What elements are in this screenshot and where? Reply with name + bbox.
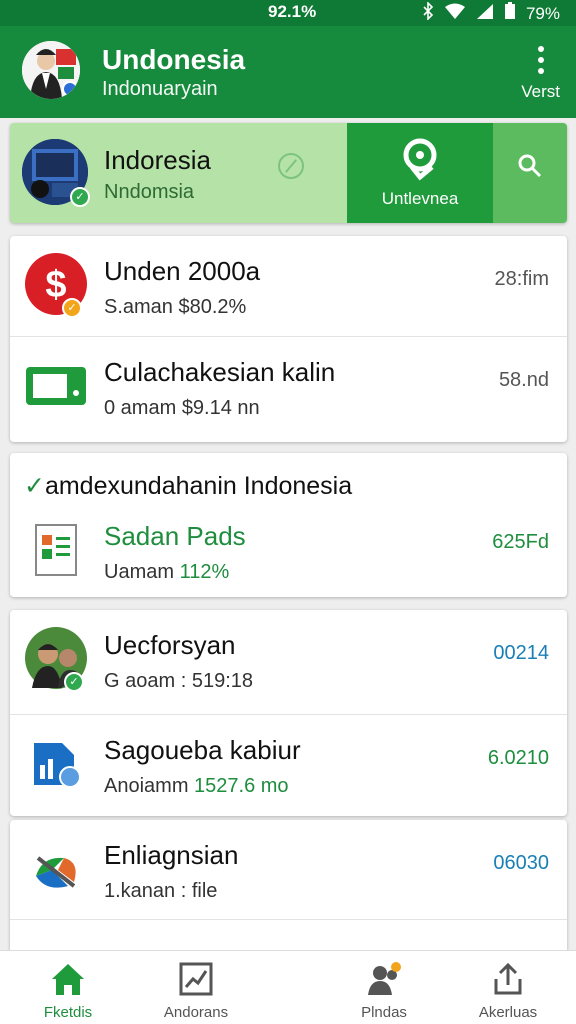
- item-subtitle-label: 1.kanan :: [104, 880, 187, 902]
- app-title: Undonesia: [102, 44, 246, 75]
- nav-label: Fketdis: [43, 1004, 93, 1021]
- document-icon: [24, 519, 88, 583]
- analytics-icon: [24, 731, 88, 795]
- list-item[interactable]: Sadan Pads Uamam 112% 625Fd: [10, 507, 567, 597]
- home-icon: [50, 961, 86, 997]
- svg-text:$: $: [45, 264, 66, 306]
- item-subtitle: Anoiamm 1527.6 mo: [104, 775, 289, 798]
- bluetooth-icon: [422, 1, 434, 25]
- transaction-card-2: ✓ Uecforsyan G aoam : 519:18 00214 Sagou…: [10, 610, 567, 816]
- item-subtitle-value: 519:18: [191, 670, 253, 692]
- search-icon: [518, 154, 542, 178]
- item-value: 28:fim: [494, 268, 549, 290]
- verified-check-icon: ✓: [62, 298, 82, 318]
- list-item[interactable]: $ ✓ Unden 2000a S.aman $80.2% 28:fim: [10, 236, 567, 337]
- swipe-action-button[interactable]: Untlevnea: [347, 123, 493, 223]
- item-title: Uecforsyan: [104, 630, 236, 660]
- section-title-text: amdexundahanin Indonesia: [44, 472, 353, 500]
- signal-icon: [476, 3, 494, 24]
- battery-icon: [504, 2, 516, 25]
- item-subtitle: 0 amam $9.14 nn: [104, 397, 260, 420]
- microwave-icon: [24, 353, 88, 417]
- list-item[interactable]: Enliagnsian 1.kanan : file 06030: [10, 820, 567, 920]
- nav-label: Plndas: [361, 1004, 407, 1021]
- highlighted-item[interactable]: ✓ Indoresia Nndomsia Untlevnea: [10, 123, 567, 223]
- item-title: Enliagnsian: [104, 840, 239, 870]
- blocked-icon: [278, 153, 304, 179]
- item-value: 58.nd: [498, 369, 549, 391]
- nav-home[interactable]: Fketdis: [8, 951, 128, 1024]
- app-subtitle: Indonuaryain: [102, 78, 218, 100]
- item-title: Sadan Pads: [104, 521, 246, 551]
- wifi-icon: [444, 3, 466, 24]
- item-subtitle-value: $80.2%: [178, 296, 247, 318]
- list-item[interactable]: Sagoueba kabiur Anoiamm 1527.6 mo 6.0210: [10, 715, 567, 816]
- item-value: 06030: [493, 852, 549, 874]
- highlight-title: Indoresia: [104, 145, 211, 175]
- verified-check-icon: ✓: [70, 187, 90, 207]
- nav-people[interactable]: Plndas: [324, 951, 444, 1024]
- app-bar: Undonesia Indonuaryain Verst: [0, 26, 576, 118]
- highlight-subtitle: Nndomsia: [104, 181, 195, 203]
- item-title: Sagoueba kabiur: [104, 735, 301, 765]
- transaction-card-1: $ ✓ Unden 2000a S.aman $80.2% 28:fim Cul…: [10, 236, 567, 442]
- item-subtitle: G aoam : 519:18: [104, 670, 253, 693]
- section-card: ✓amdexundahanin Indonesia Sadan Pads Uam…: [10, 453, 567, 597]
- item-subtitle: S.aman $80.2%: [104, 296, 246, 319]
- item-subtitle-label: G aoam :: [104, 670, 187, 692]
- item-subtitle-label: S.aman: [104, 296, 173, 318]
- item-value: 625Fd: [492, 531, 549, 553]
- status-icons: 79%: [422, 1, 560, 25]
- nav-label: Akerluas: [478, 1004, 538, 1021]
- item-subtitle-value: 1527.6 mo: [194, 775, 289, 797]
- bottom-navigation: Fketdis Andorans Plndas Akerluas: [0, 950, 576, 1024]
- more-options-icon[interactable]: [538, 46, 546, 79]
- transaction-card-3: Enliagnsian 1.kanan : file 06030: [10, 820, 567, 970]
- verified-check-icon: ✓: [64, 672, 84, 692]
- item-subtitle-value: $9.14 nn: [181, 397, 260, 419]
- list-item[interactable]: Culachakesian kalin 0 amam $9.14 nn 58.n…: [10, 337, 567, 442]
- item-subtitle-label: Uamam: [104, 561, 175, 583]
- item-title: Unden 2000a: [104, 256, 261, 286]
- item-subtitle-value: file: [191, 880, 218, 902]
- tools-icon: [24, 836, 88, 900]
- item-subtitle-value: 112%: [179, 561, 230, 583]
- item-subtitle: 1.kanan : file: [104, 880, 217, 903]
- item-subtitle-label: Anoiamm: [104, 775, 189, 797]
- list-item[interactable]: ✓ Uecforsyan G aoam : 519:18 00214: [10, 610, 567, 715]
- people-icon: [366, 961, 402, 997]
- status-time: 92.1%: [268, 2, 317, 21]
- check-icon: ✓: [24, 472, 45, 500]
- more-options-label[interactable]: Verst: [521, 82, 560, 102]
- item-value: 6.0210: [487, 747, 549, 769]
- item-subtitle: Uamam 112%: [104, 561, 229, 584]
- nav-label: Andorans: [163, 1004, 229, 1021]
- section-title: ✓amdexundahanin Indonesia: [24, 471, 352, 501]
- status-bar: 92.1% 79%: [0, 0, 576, 26]
- item-value: 00214: [493, 642, 549, 664]
- profile-avatar[interactable]: [22, 41, 80, 99]
- search-action-button[interactable]: [493, 123, 567, 223]
- chart-icon: [178, 961, 214, 997]
- share-icon: [490, 961, 526, 997]
- item-subtitle-label: 0 amam: [104, 397, 177, 419]
- nav-analytics[interactable]: Andorans: [136, 951, 256, 1024]
- battery-level: 79%: [525, 3, 560, 23]
- item-title: Culachakesian kalin: [104, 357, 336, 387]
- location-pin-icon: [403, 138, 437, 181]
- swipe-action-label: Untlevnea: [381, 189, 459, 208]
- nav-share[interactable]: Akerluas: [448, 951, 568, 1024]
